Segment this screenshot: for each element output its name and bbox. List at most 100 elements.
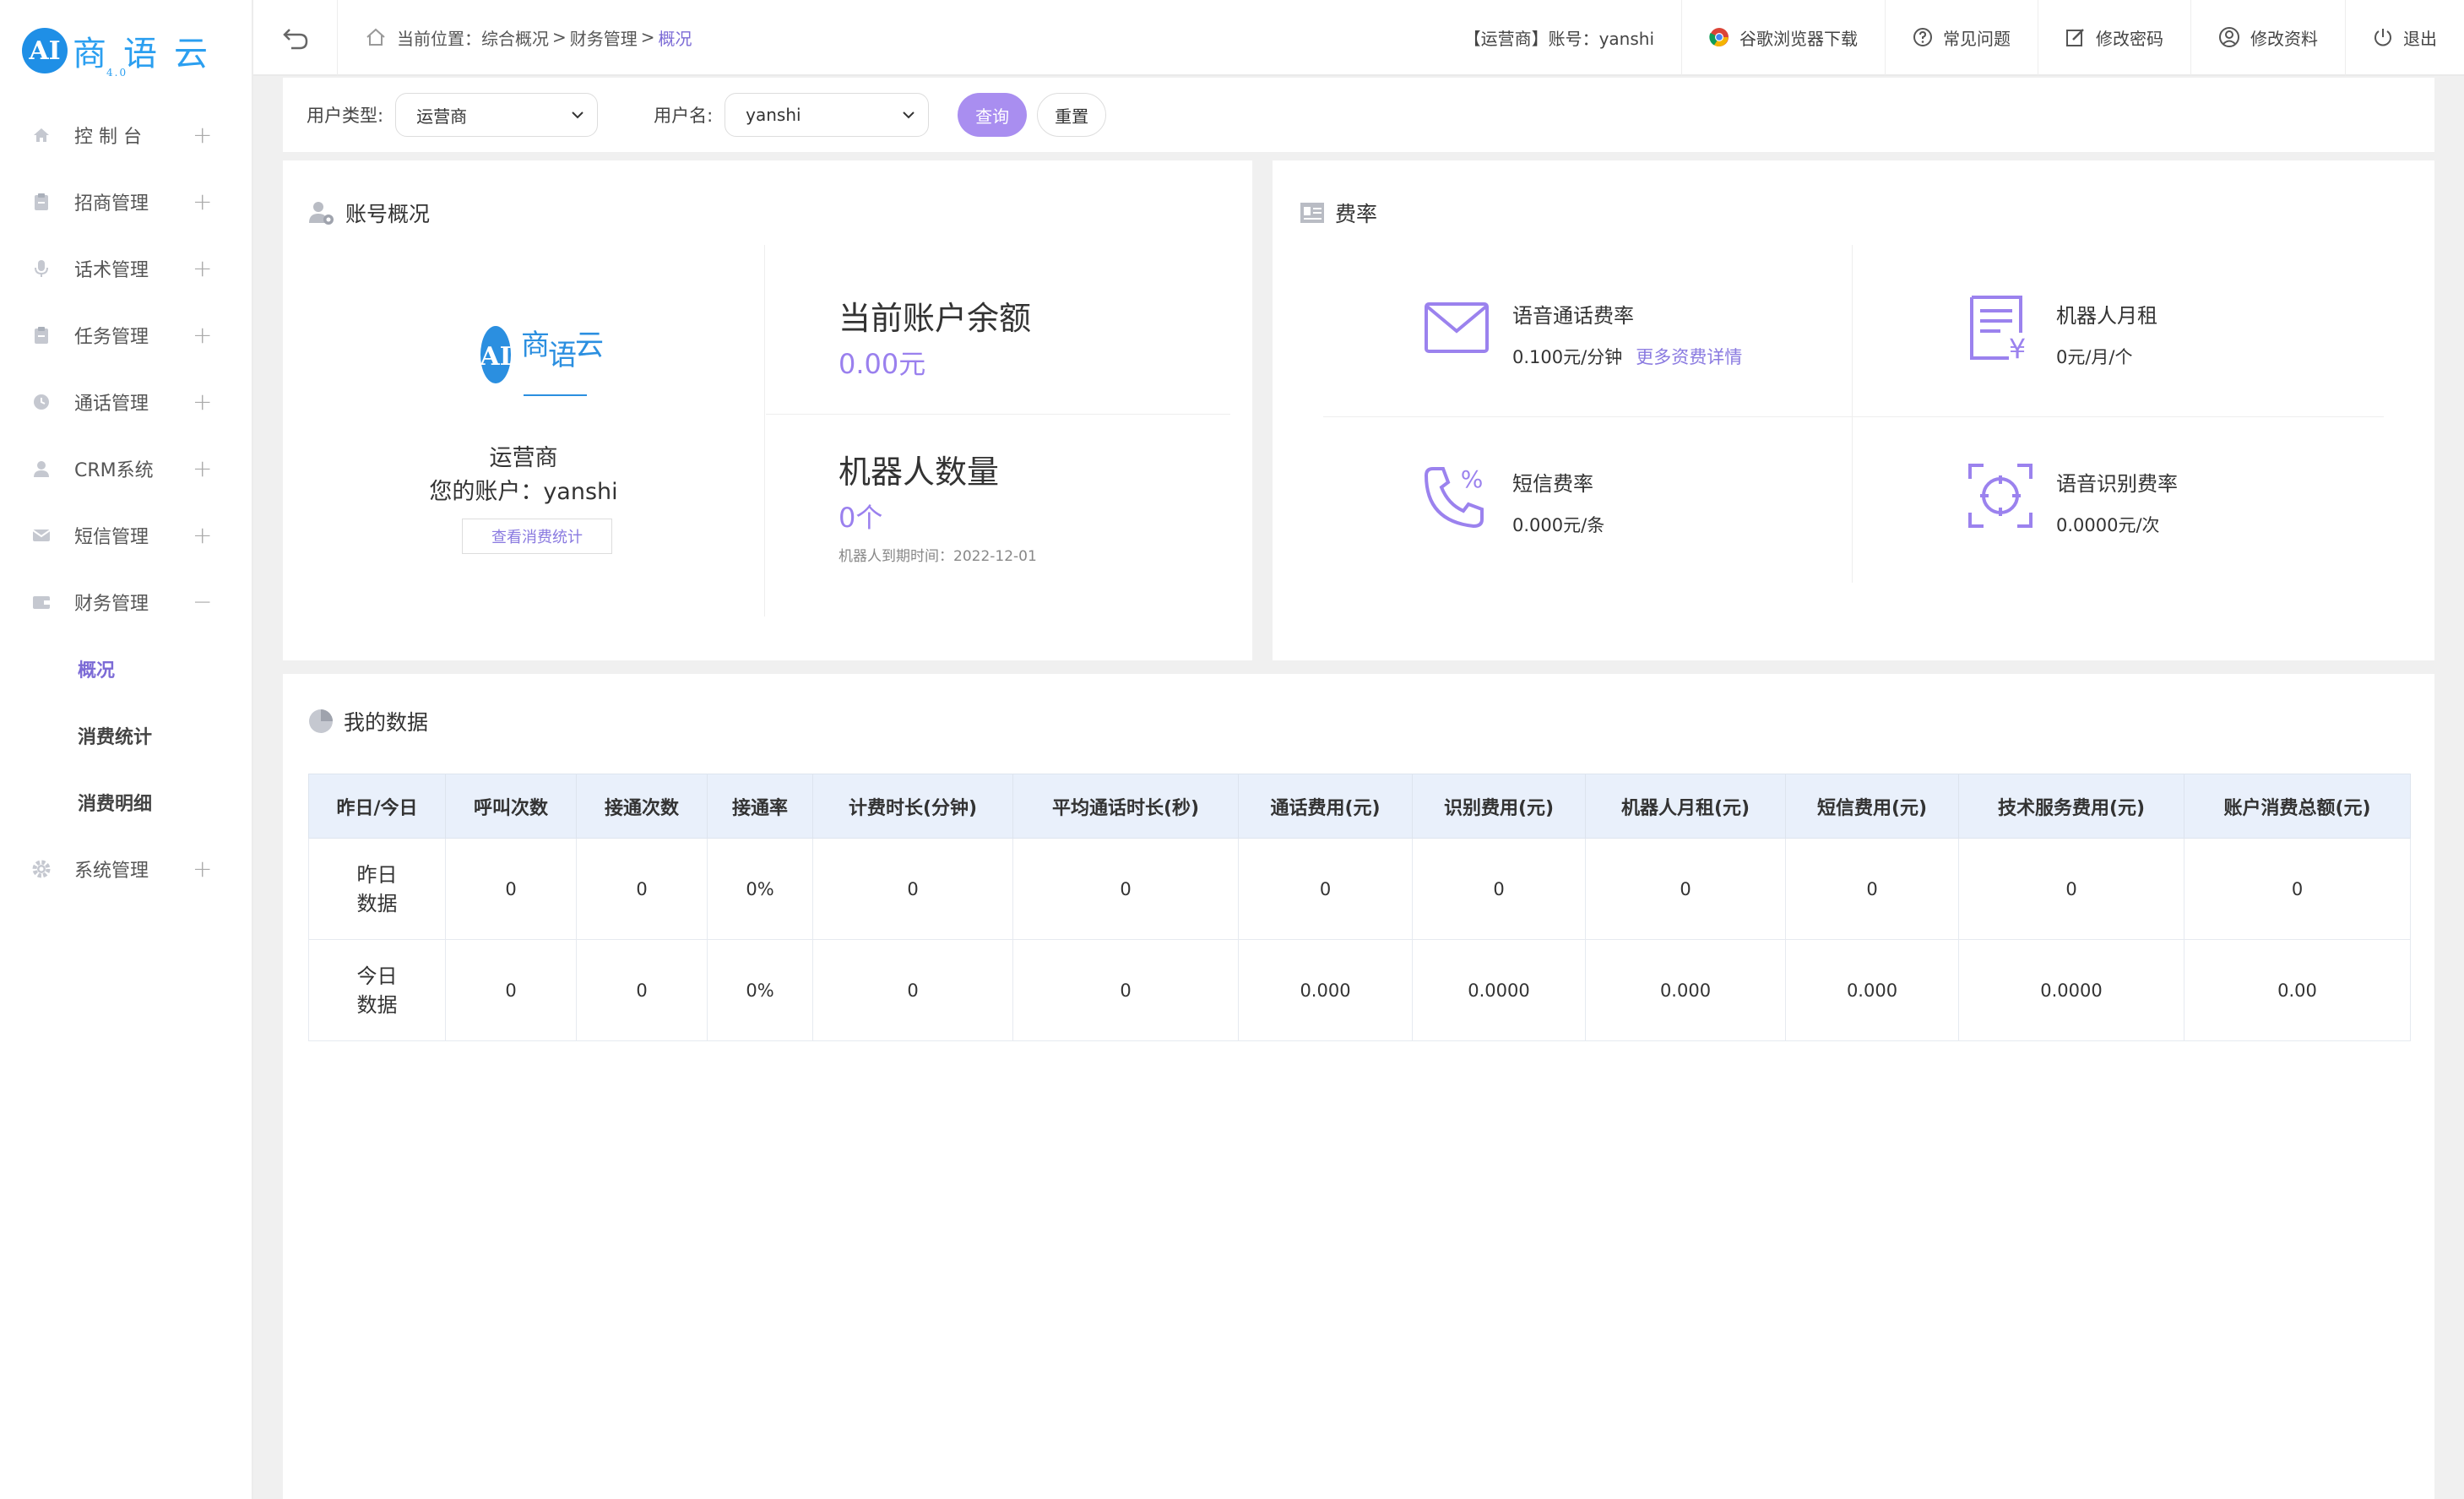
home-outline-icon <box>366 28 385 46</box>
sidebar-item-merchant[interactable]: 招商管理 + <box>0 168 252 235</box>
svg-text:云: 云 <box>575 329 604 362</box>
sidebar-subitem-overview[interactable]: 概况 <box>0 635 252 702</box>
sidebar-item-task[interactable]: 任务管理 + <box>0 301 252 368</box>
clock-icon <box>32 393 51 411</box>
sidebar-subitem-consumption-stats[interactable]: 消费统计 <box>0 702 252 769</box>
faq-label: 常见问题 <box>1943 28 2011 49</box>
sidebar-item-call[interactable]: 通话管理 + <box>0 368 252 435</box>
collapse-icon[interactable]: − <box>193 588 212 616</box>
user-type-select[interactable]: 运营商 <box>395 93 599 137</box>
logout-label: 退出 <box>2403 28 2437 49</box>
sidebar-item-script[interactable]: 话术管理 + <box>0 235 252 301</box>
undo-icon <box>282 29 307 50</box>
sidebar-item-label: CRM系统 <box>74 459 154 481</box>
sidebar-subitem-consumption-detail[interactable]: 消费明细 <box>0 769 252 835</box>
table-cell: 0 <box>812 838 1013 940</box>
account-role: 运营商 <box>489 445 558 471</box>
expand-icon[interactable]: + <box>193 454 212 482</box>
asr-rate-name: 语音识别费率 <box>2056 472 2178 496</box>
row-head: 昨日 数据 <box>308 838 446 940</box>
change-password-link[interactable]: 修改密码 <box>2038 0 2190 75</box>
account-overview-title-text: 账号概况 <box>345 202 431 226</box>
voice-rate-item: 语音通话费率 0.100元/分钟 更多资费详情 <box>1423 294 1742 369</box>
change-password-label: 修改密码 <box>2096 28 2163 49</box>
expand-icon[interactable]: + <box>193 855 212 883</box>
sms-rate-name: 短信费率 <box>1512 472 1593 496</box>
query-button[interactable]: 查询 <box>958 93 1028 137</box>
expand-icon[interactable]: + <box>193 121 212 149</box>
expand-icon[interactable]: + <box>193 521 212 549</box>
edit-profile-label: 修改资料 <box>2250 28 2318 49</box>
logo[interactable]: AI 商语云 4.0 <box>0 0 252 101</box>
rate-title: 费率 <box>1300 198 1377 228</box>
robot-rent-name: 机器人月租 <box>2056 304 2157 328</box>
breadcrumb-prefix[interactable]: 当前位置：综合概况 <box>397 25 549 50</box>
faq-link[interactable]: 常见问题 <box>1885 0 2038 75</box>
microphone-icon <box>32 259 51 278</box>
finance-submenu: 概况 消费统计 消费明细 <box>0 635 252 835</box>
reset-button[interactable]: 重置 <box>1037 93 1107 137</box>
table-row: 昨日 数据 0 0 0% 0 0 0 0 0 0 0 0 <box>308 838 2411 940</box>
table-cell: 0 <box>576 838 708 940</box>
username-select[interactable]: yanshi <box>725 93 930 137</box>
sidebar-item-system[interactable]: 系统管理 + <box>0 835 252 902</box>
robot-count-value: 0个 <box>839 502 883 534</box>
wallet-icon <box>32 593 51 611</box>
account-info: 【运营商】账号：yanshi <box>1463 28 1654 49</box>
user-circle-icon <box>2219 27 2239 47</box>
data-table: 昨日/今日 呼叫次数 接通次数 接通率 计费时长(分钟) 平均通话时长(秒) 通… <box>308 774 2411 1041</box>
divider <box>764 245 765 616</box>
sidebar-item-crm[interactable]: CRM系统 + <box>0 435 252 502</box>
expand-icon[interactable]: + <box>193 254 212 282</box>
sidebar-item-console[interactable]: 控 制 台 + <box>0 101 252 168</box>
table-cell: 0.0000 <box>1412 939 1586 1041</box>
username-label: 用户名: <box>654 106 714 126</box>
sms-rate-value: 0.000元/条 <box>1512 515 1605 535</box>
breadcrumb-separator: > <box>552 27 567 47</box>
breadcrumb-finance[interactable]: 财务管理 <box>570 25 638 50</box>
chrome-download-link[interactable]: 谷歌浏览器下载 <box>1681 0 1885 75</box>
document-icon <box>1300 203 1324 223</box>
power-icon <box>2374 29 2391 46</box>
logo-badge: AI <box>22 28 68 73</box>
expand-icon[interactable]: + <box>193 321 212 349</box>
user-settings-icon <box>309 202 334 225</box>
edit-profile-link[interactable]: 修改资料 <box>2190 0 2345 75</box>
voice-rate-value: 0.100元/分钟 <box>1512 347 1623 367</box>
expand-icon[interactable]: + <box>193 187 212 215</box>
sidebar-item-sms[interactable]: 短信管理 + <box>0 502 252 568</box>
gear-icon <box>32 860 51 878</box>
sidebar-item-label: 系统管理 <box>74 860 149 882</box>
table-row: 今日 数据 0 0 0% 0 0 0.000 0.0000 0.000 0.000… <box>308 939 2411 1041</box>
balance-label: 当前账户余额 <box>839 300 1032 337</box>
col-header: 技术服务费用(元) <box>1958 774 2184 839</box>
invoice-icon: ¥ <box>1970 296 2026 361</box>
question-icon <box>1913 28 1932 46</box>
balance-value: 0.00元 <box>839 348 926 380</box>
row-head-line: 昨日 <box>356 862 398 887</box>
back-button[interactable] <box>253 0 338 75</box>
table-cell: 0 <box>445 939 577 1041</box>
col-header: 机器人月租(元) <box>1585 774 1786 839</box>
logout-button[interactable]: 退出 <box>2345 0 2464 75</box>
table-cell: 0.000 <box>1238 939 1413 1041</box>
col-header: 呼叫次数 <box>445 774 577 839</box>
rate-card: 费率 语音通话费率 0.100元/分钟 更多资费详情 ¥ 机器人月租 0元/月/个… <box>1273 160 2434 660</box>
logo-text: 商语云 4.0 <box>73 26 225 79</box>
view-consumption-stats-button[interactable]: 查看消费统计 <box>462 519 612 554</box>
sidebar-menu: 控 制 台 + 招商管理 + 话术管理 + 任务管理 + 通话管理 + CRM系… <box>0 101 252 635</box>
clipboard-icon <box>32 193 51 211</box>
expand-icon[interactable]: + <box>193 388 212 415</box>
table-cell: 0% <box>707 939 813 1041</box>
table-cell: 0 <box>1412 838 1586 940</box>
sidebar-item-label: 短信管理 <box>74 526 149 548</box>
table-cell: 0 <box>1238 838 1413 940</box>
sidebar-item-finance[interactable]: 财务管理 − <box>0 568 252 635</box>
sidebar-item-label: 招商管理 <box>74 193 149 215</box>
asr-rate-value: 0.0000元/次 <box>2056 515 2160 535</box>
header-actions: 【运营商】账号：yanshi 谷歌浏览器下载 常见问题 修改密码 修改资料 退出 <box>1437 0 2464 75</box>
more-rate-details-link[interactable]: 更多资费详情 <box>1636 347 1742 367</box>
col-header: 计费时长(分钟) <box>812 774 1013 839</box>
chevron-down-icon <box>572 111 583 119</box>
sidebar-item-label: 通话管理 <box>74 393 149 415</box>
